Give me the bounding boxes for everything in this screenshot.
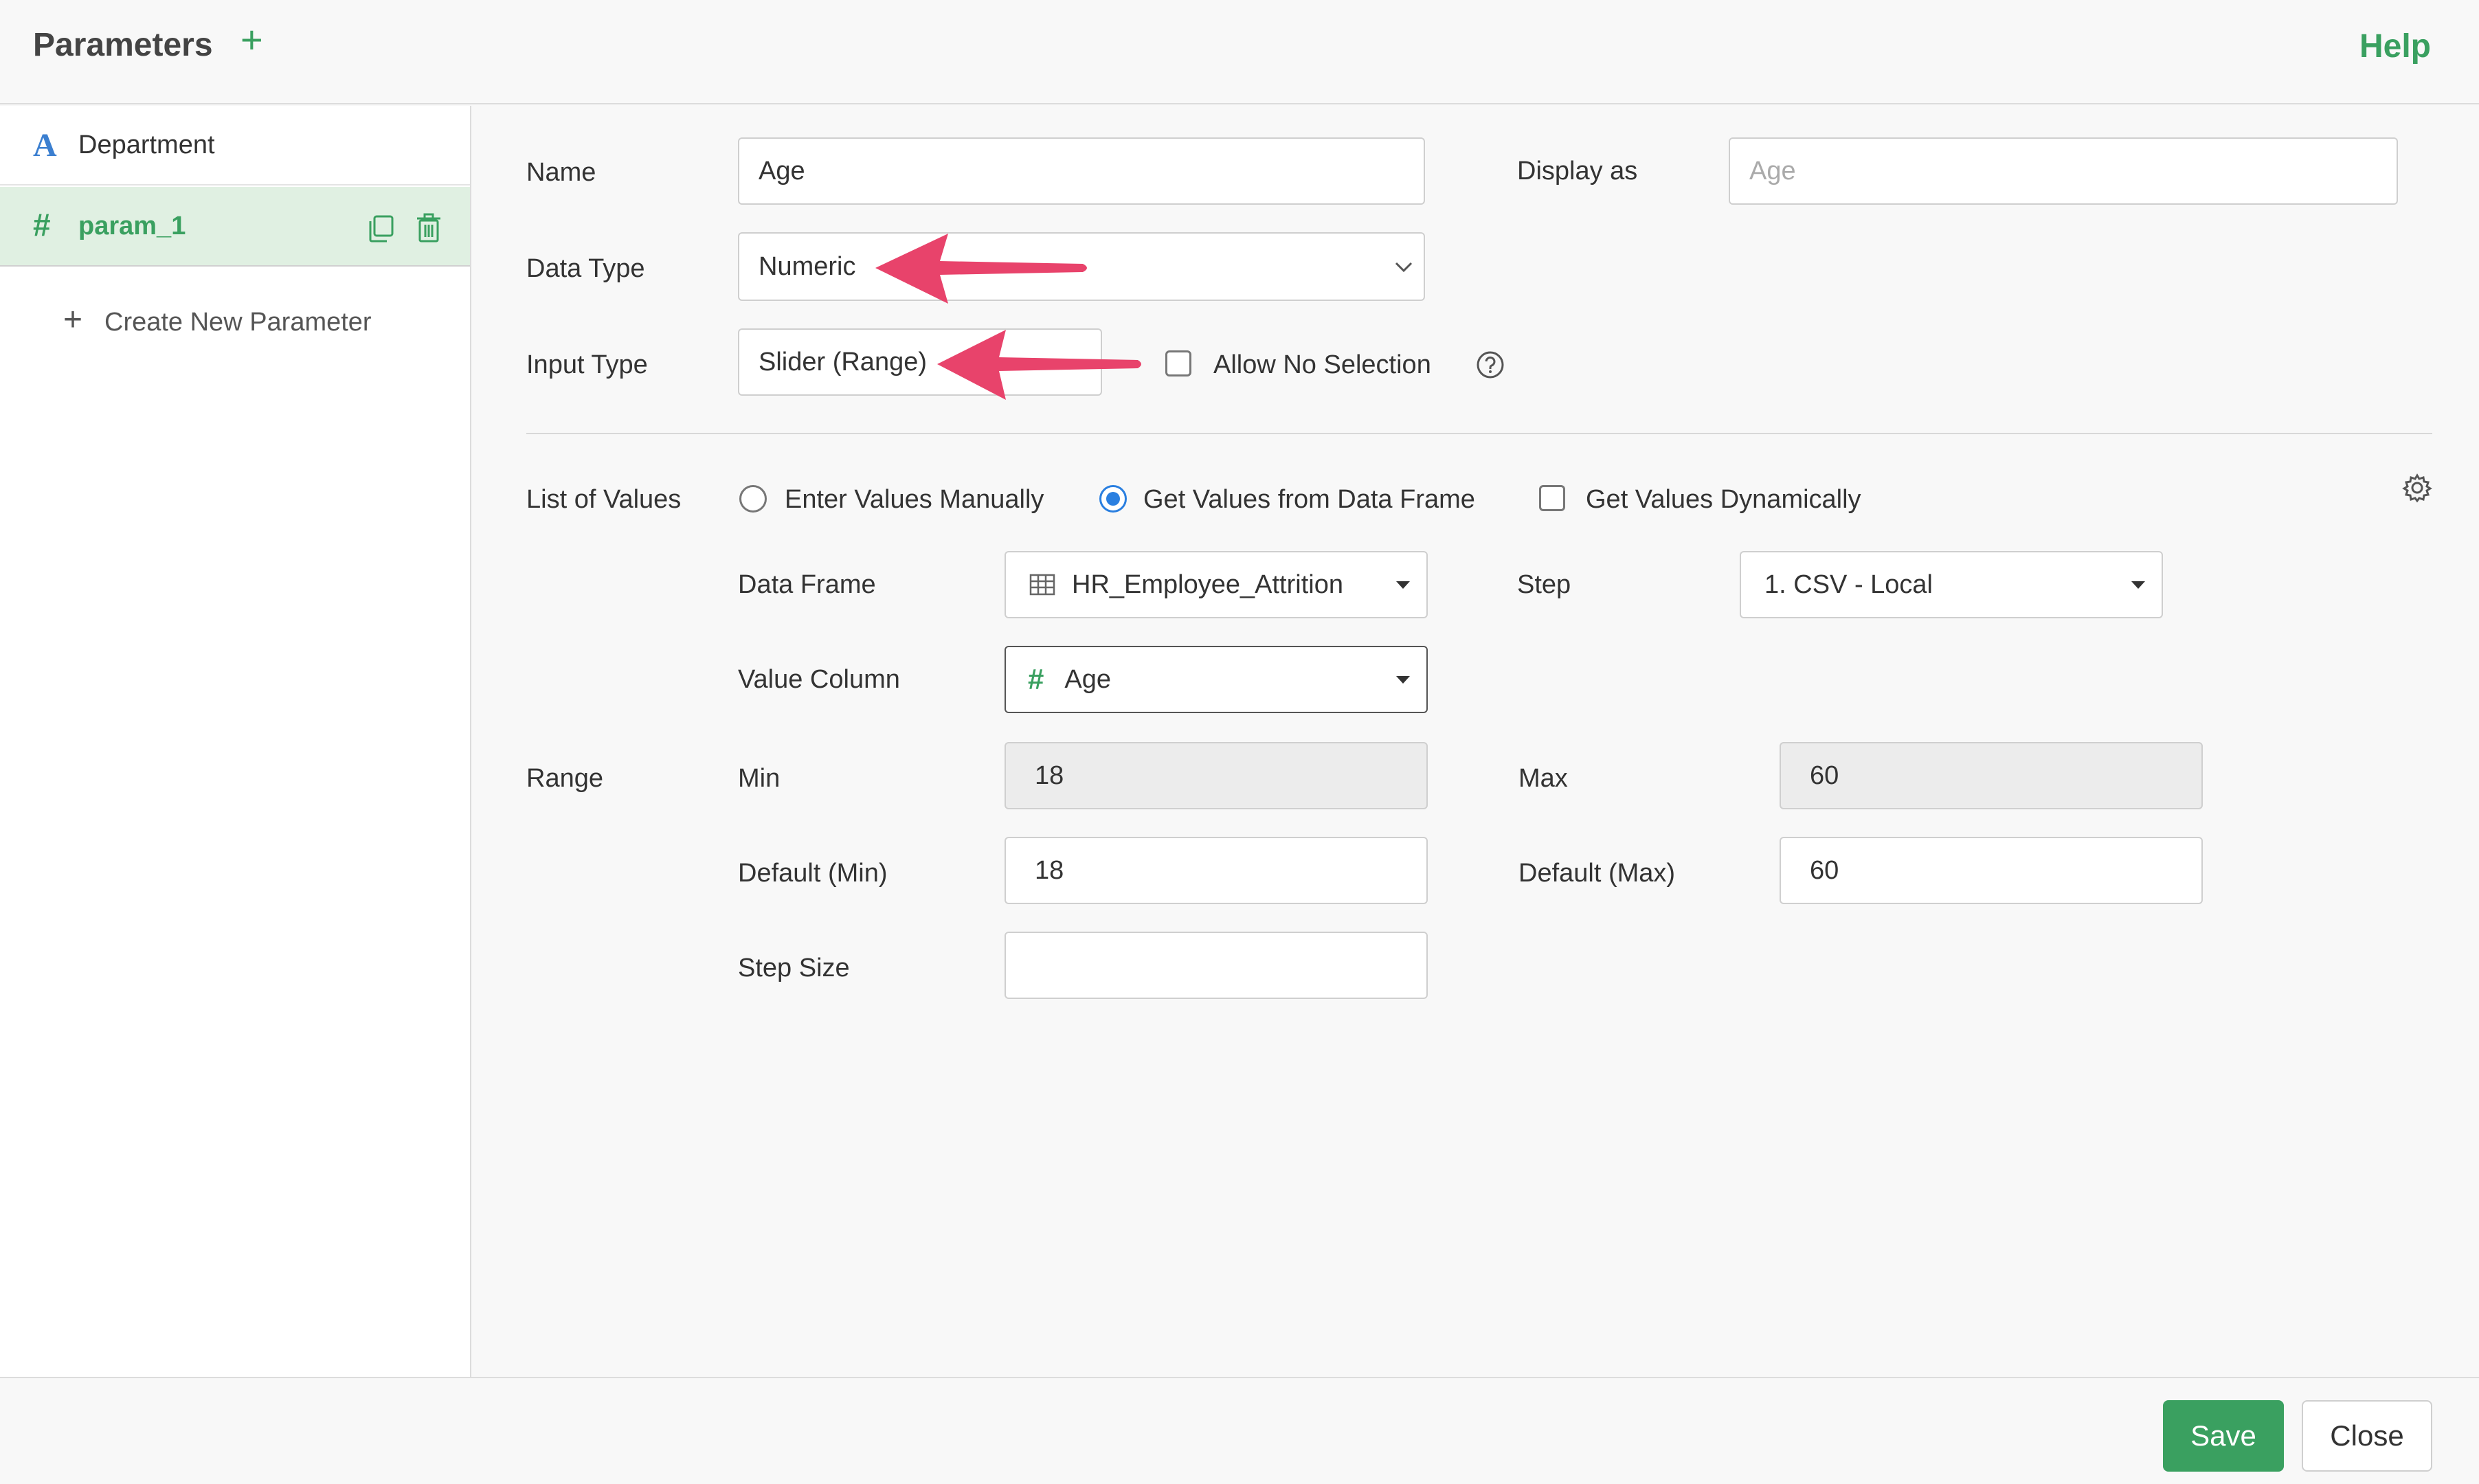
- footer-bar: [0, 1377, 2479, 1484]
- plus-icon: +: [63, 302, 83, 338]
- allow-no-selection-checkbox[interactable]: [1165, 350, 1191, 376]
- sidebar-item-param-1[interactable]: [0, 187, 470, 267]
- data-frame-label: Data Frame: [738, 570, 876, 599]
- name-input[interactable]: Age: [738, 137, 1425, 205]
- value-column-value: Age: [1064, 664, 1111, 694]
- max-label: Max: [1518, 764, 1568, 793]
- enter-values-manually-label: Enter Values Manually: [785, 485, 1044, 514]
- display-as-placeholder: Age: [1749, 156, 1796, 186]
- default-max-label: Default (Max): [1518, 859, 1676, 888]
- default-min-value: 18: [1035, 855, 1064, 885]
- step-value: 1. CSV - Local: [1764, 570, 1933, 599]
- name-label: Name: [526, 158, 596, 187]
- help-circle-icon[interactable]: [1476, 350, 1505, 379]
- step-select[interactable]: 1. CSV - Local: [1740, 551, 2163, 618]
- min-input: 18: [1005, 742, 1428, 809]
- allow-no-selection-label: Allow No Selection: [1213, 350, 1431, 379]
- trash-icon[interactable]: [415, 213, 442, 243]
- display-as-input[interactable]: Age: [1729, 137, 2398, 205]
- save-button[interactable]: Save: [2163, 1400, 2284, 1472]
- default-min-label: Default (Min): [738, 859, 888, 888]
- display-as-label: Display as: [1517, 157, 1638, 186]
- gear-icon[interactable]: [2402, 473, 2432, 503]
- table-icon: [1029, 574, 1055, 596]
- range-label: Range: [526, 764, 603, 793]
- close-button[interactable]: Close: [2302, 1400, 2432, 1472]
- annotation-arrow-icon: [937, 330, 1141, 400]
- enter-values-manually-radio[interactable]: [739, 485, 767, 513]
- list-of-values-label: List of Values: [526, 485, 682, 514]
- name-value: Age: [759, 156, 805, 186]
- get-values-dynamically-label: Get Values Dynamically: [1586, 485, 1861, 514]
- plus-icon[interactable]: +: [240, 21, 263, 59]
- chevron-down-icon: [1395, 262, 1413, 273]
- caret-down-icon: [1396, 676, 1410, 684]
- input-type-value: Slider (Range): [759, 347, 927, 376]
- duplicate-icon[interactable]: [367, 214, 394, 243]
- sidebar-item-label: Department: [78, 131, 215, 159]
- min-value: 18: [1035, 761, 1064, 790]
- get-values-from-data-frame-label: Get Values from Data Frame: [1143, 485, 1475, 514]
- step-label: Step: [1517, 570, 1571, 599]
- numeric-type-icon: #: [33, 207, 51, 243]
- default-max-input[interactable]: 60: [1780, 837, 2203, 904]
- caret-down-icon: [2131, 581, 2145, 589]
- get-values-from-data-frame-radio[interactable]: [1099, 485, 1127, 513]
- page-title: Parameters: [33, 27, 213, 63]
- data-type-value: Numeric: [759, 251, 856, 281]
- caret-down-icon: [1396, 581, 1410, 589]
- max-value: 60: [1810, 761, 1839, 790]
- header-bar: [0, 0, 2479, 104]
- step-size-input[interactable]: [1005, 932, 1428, 999]
- data-frame-select[interactable]: HR_Employee_Attrition: [1005, 551, 1428, 618]
- input-type-label: Input Type: [526, 350, 648, 379]
- max-input: 60: [1780, 742, 2203, 809]
- section-divider: [526, 433, 2432, 434]
- default-min-input[interactable]: 18: [1005, 837, 1428, 904]
- step-size-label: Step Size: [738, 954, 850, 982]
- numeric-type-icon: #: [1028, 663, 1044, 695]
- min-label: Min: [738, 764, 781, 793]
- get-values-dynamically-checkbox[interactable]: [1539, 485, 1565, 511]
- data-type-label: Data Type: [526, 254, 645, 283]
- sidebar: [0, 106, 471, 1377]
- help-link[interactable]: Help: [2359, 27, 2431, 65]
- sidebar-item-label: param_1: [78, 212, 186, 240]
- data-frame-value: HR_Employee_Attrition: [1072, 570, 1343, 599]
- annotation-arrow-icon: [875, 234, 1087, 304]
- value-column-select[interactable]: # Age: [1005, 646, 1428, 713]
- sidebar-item-department[interactable]: [0, 106, 470, 186]
- text-type-icon: A: [33, 127, 57, 164]
- value-column-label: Value Column: [738, 665, 900, 694]
- create-new-parameter-link[interactable]: Create New Parameter: [104, 308, 372, 337]
- default-max-value: 60: [1810, 855, 1839, 885]
